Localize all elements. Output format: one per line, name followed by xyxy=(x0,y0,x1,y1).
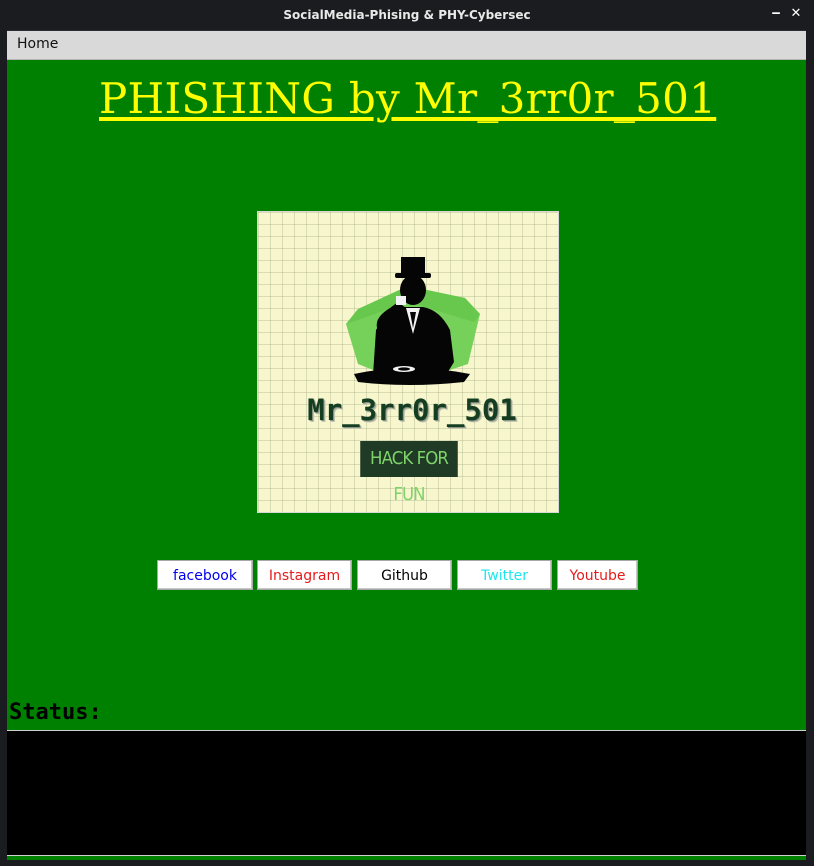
minimize-icon[interactable]: ‒ xyxy=(768,6,784,22)
window-title: SocialMedia-Phising & PHY-Cybersec xyxy=(283,8,531,22)
menu-item-home[interactable]: Home xyxy=(15,36,60,52)
status-label: Status: xyxy=(9,700,102,725)
menu-bar: Home xyxy=(7,31,806,60)
github-button[interactable]: Github xyxy=(357,560,452,590)
logo-badge: HACK FOR FUN xyxy=(360,441,458,505)
logo-name-text: Mr_3rr0r_501 xyxy=(307,393,517,427)
main-panel: PHISHING by Mr_3rr0r_501 Mr_3rr0r_501 HA… xyxy=(7,60,806,860)
window-border-right xyxy=(806,30,814,866)
window-border-left xyxy=(0,30,7,866)
logo-image: Mr_3rr0r_501 HACK FOR FUN xyxy=(257,211,559,513)
window-titlebar: SocialMedia-Phising & PHY-Cybersec ‒ ✕ xyxy=(0,0,814,30)
page-title: PHISHING by Mr_3rr0r_501 xyxy=(99,74,717,123)
status-output[interactable] xyxy=(7,730,806,856)
close-icon[interactable]: ✕ xyxy=(788,6,804,22)
twitter-button[interactable]: Twitter xyxy=(457,560,552,590)
window-border-bottom xyxy=(0,860,814,866)
youtube-button[interactable]: Youtube xyxy=(557,560,638,590)
instagram-button[interactable]: Instagram xyxy=(257,560,352,590)
facebook-button[interactable]: facebook xyxy=(157,560,253,590)
